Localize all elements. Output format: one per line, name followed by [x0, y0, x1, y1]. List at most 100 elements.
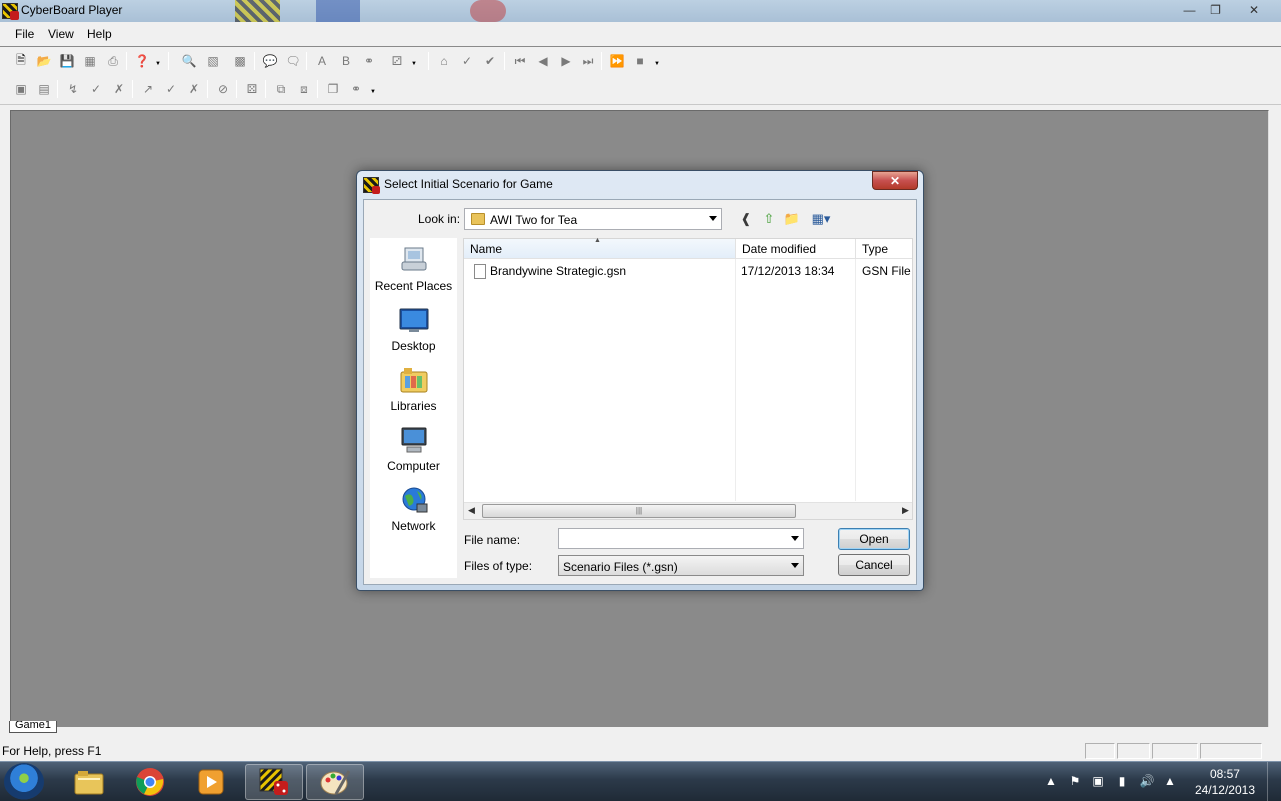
game-tab[interactable]: Game1 [9, 721, 57, 733]
taskbar-explorer[interactable] [60, 764, 118, 800]
previous-move-icon[interactable]: ◀ [535, 53, 551, 69]
taskbar-cyberboard[interactable] [245, 764, 303, 800]
file-name-input[interactable] [558, 528, 804, 549]
context-help-icon[interactable]: ❓ [134, 53, 150, 69]
clock-time: 08:57 [1209, 767, 1240, 781]
first-move-icon[interactable]: ⏮ [512, 53, 528, 69]
clock[interactable]: 08:57 24/12/2013 [1195, 766, 1255, 798]
status-text: For Help, press F1 [2, 744, 102, 758]
next-move-icon[interactable]: ▶ [558, 53, 574, 69]
back-icon[interactable]: ❰ [737, 210, 755, 228]
select-minus-icon[interactable]: ✗ [111, 81, 127, 97]
flip-icon[interactable]: ✓ [163, 81, 179, 97]
random-dice-icon[interactable]: ⚄ [244, 81, 260, 97]
cyberboard-app-icon[interactable] [2, 3, 19, 20]
dice-icon[interactable]: ⚂ [389, 53, 405, 69]
open-button[interactable]: Open [838, 528, 910, 550]
place-recent-places[interactable]: Recent Places [370, 242, 457, 300]
piece-mark-icon[interactable]: ✔ [482, 53, 498, 69]
signal-bars-icon[interactable]: ▮ [1114, 774, 1130, 790]
desktop-background-fragment [470, 0, 506, 22]
toolbar-separator [601, 52, 602, 70]
place-network[interactable]: Network [370, 482, 457, 540]
print-icon[interactable]: ⎙ [105, 53, 121, 69]
hide-icon[interactable]: ⊘ [215, 81, 231, 97]
tray-expand-icon[interactable]: ▲ [1043, 774, 1059, 790]
show-desktop-button[interactable] [1267, 762, 1281, 801]
places-bar: Recent Places Desktop Libraries Computer… [370, 238, 457, 578]
clock-date: 24/12/2013 [1194, 783, 1255, 797]
dialog-body: Look in: AWI Two for Tea ❰ ⇧ 📁 ▦▾ Recent… [363, 199, 917, 585]
stack-icon[interactable]: ▣ [13, 81, 29, 97]
zoom-icon[interactable]: 🔍 [181, 53, 197, 69]
close-button[interactable]: ✕ [1232, 0, 1276, 20]
app-title: CyberBoard Player [21, 3, 123, 17]
scroll-left-icon[interactable]: ◀ [468, 505, 475, 516]
view-menu-icon[interactable]: ▦▾ [808, 210, 834, 228]
unstack-icon[interactable]: ▤ [36, 81, 52, 97]
minimize-button[interactable]: — [1176, 0, 1203, 20]
bring-front-icon[interactable]: ⧉ [273, 81, 289, 97]
dropdown-arrow-icon[interactable]: ▼ [370, 89, 376, 95]
link-pieces-icon[interactable]: ⚭ [348, 81, 364, 97]
board-icon[interactable]: ▩ [232, 53, 248, 69]
taskbar-chrome[interactable] [121, 764, 179, 800]
files-of-type-dropdown[interactable]: Scenario Files (*.gsn) [558, 555, 804, 576]
network-icon [402, 487, 427, 513]
save-all-icon[interactable]: ▦ [82, 53, 98, 69]
dialog-close-button[interactable]: ✕ [872, 171, 918, 190]
status-pane [1152, 743, 1198, 759]
stop-icon[interactable]: ■ [632, 53, 648, 69]
place-libraries[interactable]: Libraries [370, 362, 457, 420]
open-folder-icon[interactable]: 📂 [36, 53, 52, 69]
volume-icon[interactable]: 🔊 [1139, 774, 1155, 790]
dropdown-arrow-icon[interactable]: ▼ [411, 61, 417, 67]
save-icon[interactable]: 💾 [59, 53, 75, 69]
column-header-type[interactable]: Type [856, 239, 912, 259]
place-label: Desktop [391, 339, 436, 353]
copy-icon[interactable]: ❐ [325, 81, 341, 97]
taskbar-media-player[interactable] [182, 764, 240, 800]
dropdown-arrow-icon[interactable]: ▼ [654, 61, 660, 67]
select-icon[interactable]: ↯ [65, 81, 81, 97]
rotate-icon[interactable]: ↗ [140, 81, 156, 97]
new-file-icon[interactable]: 🗎 [13, 53, 29, 69]
piece-move-icon[interactable]: ✓ [459, 53, 475, 69]
toolbar-separator [207, 80, 208, 98]
file-row[interactable]: Brandywine Strategic.gsn 17/12/2013 18:3… [464, 261, 912, 281]
send-back-icon[interactable]: ⧈ [296, 81, 312, 97]
text-icon[interactable]: A [314, 53, 330, 69]
select-plus-icon[interactable]: ✓ [88, 81, 104, 97]
horizontal-scrollbar[interactable]: ◀ ||| ▶ [464, 502, 912, 519]
restore-button[interactable]: ❐ [1202, 0, 1229, 20]
cancel-button[interactable]: Cancel [838, 554, 910, 576]
start-button[interactable] [4, 763, 44, 801]
dropdown-arrow-icon[interactable]: ▼ [155, 61, 161, 67]
scroll-right-icon[interactable]: ▶ [902, 505, 909, 516]
last-move-icon[interactable]: ⏭ [580, 53, 596, 69]
message-icon[interactable]: 💬 [262, 53, 278, 69]
look-in-dropdown[interactable]: AWI Two for Tea [464, 208, 722, 230]
column-header-name[interactable]: ▲ Name [464, 237, 736, 259]
bold-icon[interactable]: B [338, 53, 354, 69]
comment-icon[interactable]: 🗨 [285, 53, 301, 69]
app-titlebar: CyberBoard Player — ❐ ✕ [0, 0, 1281, 22]
up-folder-icon[interactable]: ⇧ [760, 210, 778, 228]
mirror-icon[interactable]: ✗ [186, 81, 202, 97]
scrollbar-thumb[interactable]: ||| [482, 504, 796, 518]
place-computer[interactable]: Computer [370, 422, 457, 480]
google-drive-icon[interactable]: ▲ [1162, 774, 1178, 790]
link-icon[interactable]: ⚭ [361, 53, 377, 69]
tray-app-icon[interactable]: ▣ [1090, 774, 1106, 790]
menu-view[interactable]: View [48, 27, 74, 41]
new-folder-icon[interactable]: 📁 [783, 210, 801, 228]
scale-icon[interactable]: ▧ [205, 53, 221, 69]
house-icon[interactable]: ⌂ [436, 53, 452, 69]
menu-file[interactable]: File [15, 27, 34, 41]
taskbar-paint[interactable] [306, 764, 364, 800]
place-desktop[interactable]: Desktop [370, 302, 457, 360]
menu-help[interactable]: Help [87, 27, 112, 41]
fast-forward-icon[interactable]: ⏩ [609, 53, 625, 69]
action-center-flag-icon[interactable]: ⚑ [1067, 774, 1083, 790]
column-header-date-modified[interactable]: Date modified [736, 239, 856, 259]
